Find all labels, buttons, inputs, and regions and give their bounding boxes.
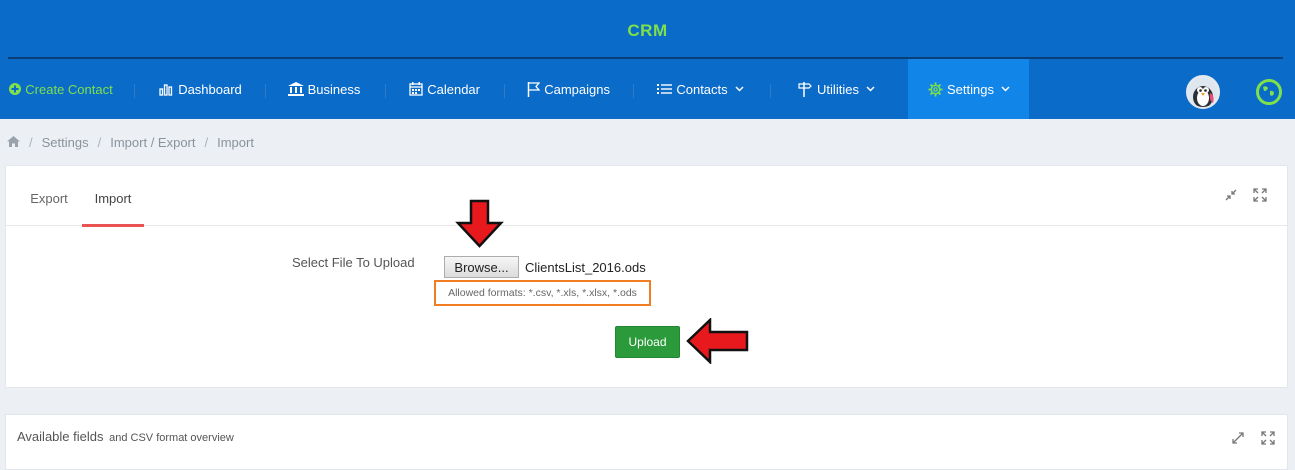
- selected-filename: ClientsList_2016.ods: [525, 260, 646, 275]
- nav-contacts-label: Contacts: [676, 81, 728, 97]
- breadcrumb-separator: /: [29, 134, 33, 150]
- arrow-left-annotation: [686, 318, 749, 364]
- available-fields-title: Available fields: [17, 429, 104, 444]
- brand-title[interactable]: CRM: [0, 0, 1295, 58]
- nav-contacts[interactable]: Contacts: [656, 59, 744, 119]
- breadcrumb: / Settings / Import / Export / Import: [7, 133, 254, 151]
- allowed-formats-hint: Allowed formats: *.csv, *.xls, *.xlsx, *…: [434, 280, 651, 306]
- gear-icon: [927, 81, 943, 97]
- breadcrumb-separator: /: [204, 134, 209, 150]
- nav-divider: [504, 84, 505, 98]
- breadcrumb-settings[interactable]: Settings: [42, 135, 89, 150]
- nav-divider: [265, 84, 266, 98]
- tab-export[interactable]: Export: [26, 166, 72, 226]
- nav-create-contact-label: Create Contact: [25, 81, 113, 97]
- nav-dashboard[interactable]: Dashboard: [158, 59, 242, 119]
- top-header: CRM Create Contact Dashboard Business Ca…: [0, 0, 1295, 119]
- browse-button[interactable]: Browse...: [444, 256, 519, 278]
- nav-campaigns[interactable]: Campaigns: [526, 59, 610, 119]
- file-upload-label: Select File To Upload: [292, 255, 415, 270]
- arrow-down-annotation: [455, 199, 504, 248]
- tab-import[interactable]: Import: [82, 166, 144, 227]
- nav-business-label: Business: [307, 81, 361, 97]
- breadcrumb-import: Import: [217, 134, 254, 150]
- home-icon[interactable]: [7, 135, 20, 150]
- avatar[interactable]: [1186, 75, 1220, 109]
- bank-icon: [287, 81, 304, 97]
- nav-utilities-label: Utilities: [817, 81, 859, 97]
- nav-calendar-label: Calendar: [427, 81, 480, 97]
- chevron-down-icon: [735, 86, 744, 92]
- flag-icon: [526, 81, 540, 97]
- nav-divider: [385, 84, 386, 98]
- nav-divider: [770, 84, 771, 98]
- breadcrumb-import-export[interactable]: Import / Export: [110, 135, 195, 150]
- chevron-down-icon: [866, 86, 875, 92]
- expand-icon[interactable]: [1261, 431, 1275, 445]
- nav-calendar[interactable]: Calendar: [408, 59, 480, 119]
- breadcrumb-separator: /: [97, 134, 102, 150]
- available-fields-subtitle: and CSV format overview: [109, 432, 234, 444]
- plus-circle-icon: [9, 81, 22, 97]
- bar-chart-icon: [158, 81, 174, 97]
- nav-divider: [134, 84, 135, 98]
- import-panel: Export Import Select File To Upload Brow…: [5, 165, 1288, 388]
- available-fields-panel: Available fields and CSV format overview: [5, 414, 1288, 470]
- upload-button[interactable]: Upload: [615, 326, 680, 358]
- available-fields-heading: Available fields and CSV format overview: [17, 429, 234, 444]
- nav-divider: [633, 84, 634, 98]
- expand-icon[interactable]: [1253, 188, 1267, 202]
- nav-dashboard-label: Dashboard: [178, 81, 242, 97]
- nav-settings[interactable]: Settings: [908, 59, 1029, 119]
- nav-utilities[interactable]: Utilities: [795, 59, 877, 119]
- main-nav: Create Contact Dashboard Business Calend…: [0, 59, 1295, 119]
- nav-settings-label: Settings: [947, 81, 994, 97]
- nav-create-contact[interactable]: Create Contact: [9, 59, 113, 119]
- tab-bar: Export Import: [6, 166, 1287, 227]
- chevron-down-icon: [1001, 86, 1010, 92]
- signpost-icon: [797, 81, 813, 97]
- globe-icon[interactable]: [1256, 79, 1282, 105]
- nav-business[interactable]: Business: [287, 59, 361, 119]
- compress-icon[interactable]: [1224, 188, 1238, 202]
- nav-campaigns-label: Campaigns: [544, 81, 610, 97]
- list-icon: [656, 81, 672, 97]
- expand-diagonal-icon[interactable]: [1231, 431, 1245, 445]
- calendar-icon: [408, 81, 423, 97]
